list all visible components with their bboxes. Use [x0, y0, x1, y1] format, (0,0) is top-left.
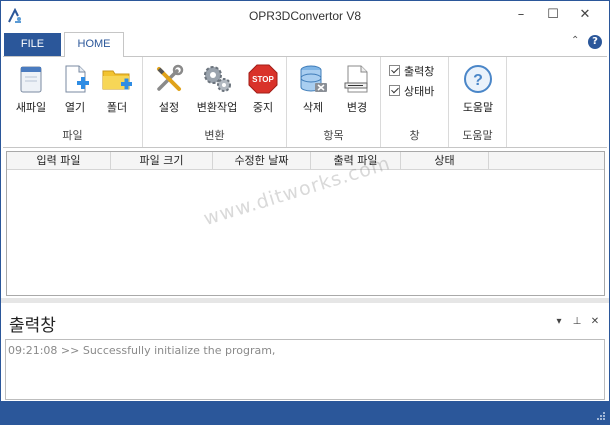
minimize-button[interactable]: –: [507, 5, 535, 25]
ribbon-group-item: 삭제 변경 항목: [287, 57, 381, 147]
new-file-icon: [20, 66, 42, 93]
group-label-help: 도움말: [462, 129, 493, 142]
log-time: 09:21:08: [8, 344, 58, 357]
column-file-size[interactable]: 파일 크기: [111, 152, 213, 170]
open-file-label: 열기: [64, 101, 86, 114]
maximize-button[interactable]: ☐: [539, 5, 567, 25]
title-bar[interactable]: OPR3DConvertor V8 – ☐ ✕: [1, 1, 609, 31]
new-file-button[interactable]: 새파일: [11, 61, 51, 117]
ribbon-group-file: 새파일 열기 폴더 파일: [3, 57, 143, 147]
group-label-file: 파일: [62, 129, 83, 142]
output-window-checkbox[interactable]: 출력창: [389, 63, 434, 79]
pin-icon[interactable]: ⊥: [570, 315, 584, 329]
resize-grip-icon[interactable]: [596, 411, 606, 421]
settings-button[interactable]: 설정: [149, 61, 189, 117]
ribbon-group-help: ? 도움말 도움말: [449, 57, 507, 147]
edit-document-icon: [344, 65, 368, 93]
output-window-check[interactable]: [389, 65, 400, 76]
list-header: 입력 파일 파일 크기 수정한 날짜 출력 파일 상태: [7, 152, 604, 170]
column-modified-date[interactable]: 수정한 날짜: [213, 152, 311, 170]
ribbon-group-window: 출력창 상태바 창: [381, 57, 449, 147]
settings-label: 설정: [158, 101, 180, 114]
status-bar-check[interactable]: [389, 85, 400, 96]
settings-tools-icon: [157, 64, 184, 91]
help-icon: ?: [464, 65, 492, 93]
delete-label: 삭제: [302, 101, 324, 114]
ribbon-tab-bar: FILE HOME ⌃ ?: [1, 31, 609, 57]
gears-icon: [204, 66, 231, 92]
stop-button[interactable]: STOP 중지: [243, 61, 283, 117]
delete-button[interactable]: 삭제: [293, 61, 333, 117]
group-label-convert: 변환: [204, 129, 225, 142]
help-label: 도움말: [462, 101, 494, 114]
help-icon-text: ?: [473, 72, 483, 89]
folder-icon: [102, 70, 132, 90]
log-separator: >>: [60, 344, 80, 357]
ribbon: 새파일 열기 폴더 파일 설정 변환작업 STOP 중지 변환 삭제 변경 항목…: [3, 56, 607, 148]
collapse-ribbon-icon[interactable]: ⌃: [571, 35, 585, 51]
output-pane-title: 출력창: [9, 316, 56, 336]
output-pane-header: 출력창 ▾ ⊥ ✕: [1, 303, 609, 339]
stop-icon-text: STOP: [252, 75, 274, 84]
output-log[interactable]: 09:21:08 >> Successfully initialize the …: [5, 339, 605, 400]
stop-icon: STOP: [248, 64, 278, 94]
tab-file[interactable]: FILE: [4, 33, 61, 56]
folder-button[interactable]: 폴더: [97, 61, 137, 117]
change-label: 변경: [346, 101, 368, 114]
column-status[interactable]: 상태: [401, 152, 489, 170]
group-label-window: 창: [409, 129, 420, 142]
pane-close-icon[interactable]: ✕: [588, 315, 602, 329]
convert-job-button[interactable]: 변환작업: [193, 61, 241, 117]
open-file-button[interactable]: 열기: [55, 61, 95, 117]
tab-home[interactable]: HOME: [64, 32, 124, 57]
delete-database-icon: [300, 65, 327, 92]
log-line: 09:21:08 >> Successfully initialize the …: [8, 344, 275, 357]
help-icon[interactable]: ?: [588, 35, 602, 49]
output-window-check-label: 출력창: [404, 65, 435, 78]
stop-label: 중지: [252, 101, 274, 114]
log-message: Successfully initialize the program,: [82, 344, 276, 357]
file-list[interactable]: 입력 파일 파일 크기 수정한 날짜 출력 파일 상태: [6, 151, 605, 296]
status-bar-checkbox[interactable]: 상태바: [389, 83, 434, 99]
ribbon-group-convert: 설정 변환작업 STOP 중지 변환: [143, 57, 287, 147]
pane-dropdown-icon[interactable]: ▾: [552, 315, 566, 329]
column-input-file[interactable]: 입력 파일: [7, 152, 111, 170]
status-bar-check-label: 상태바: [404, 85, 435, 98]
status-bar: [1, 401, 609, 424]
app-window: OPR3DConvertor V8 – ☐ ✕ FILE HOME ⌃ ? 새파…: [0, 0, 610, 425]
close-button[interactable]: ✕: [571, 5, 599, 25]
help-button[interactable]: ? 도움말: [458, 61, 498, 117]
new-file-label: 새파일: [15, 101, 47, 114]
convert-job-label: 변환작업: [196, 101, 238, 114]
open-file-icon: [65, 65, 89, 93]
group-label-item: 항목: [323, 129, 344, 142]
folder-label: 폴더: [106, 101, 128, 114]
change-button[interactable]: 변경: [337, 61, 377, 117]
